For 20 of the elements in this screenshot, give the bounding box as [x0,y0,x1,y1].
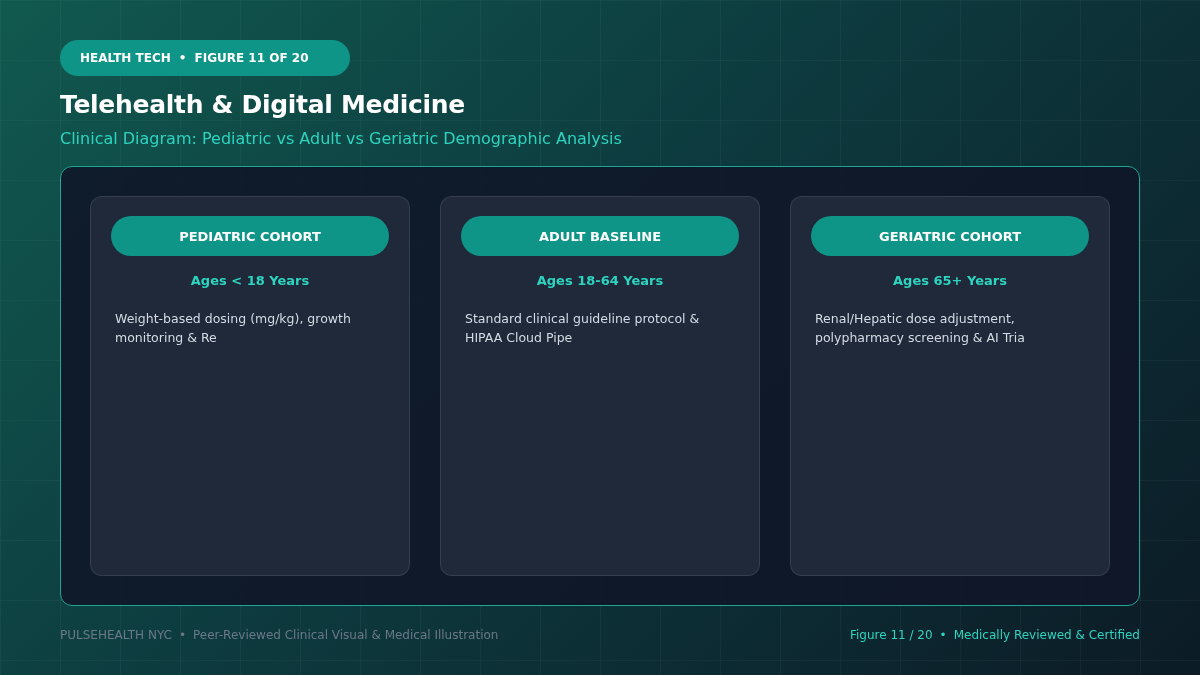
review-note: Medically Reviewed & Certified [953,628,1140,642]
cohort-label: PEDIATRIC COHORT [111,216,389,256]
cohort-description: Standard clinical guideline protocol & HIPAA Cloud Pipe [465,310,701,347]
category-label: HEALTH TECH [80,51,171,65]
cohort-label: GERIATRIC COHORT [811,216,1089,256]
footer-caption: Peer-Reviewed Clinical Visual & Medical Illustration [193,628,499,642]
slide-title: Telehealth & Digital Medicine [60,90,466,119]
separator-dot: • [178,51,187,65]
age-range: Ages < 18 Years [190,273,310,288]
separator-dot: • [178,628,187,642]
figure-number: Figure 11 / 20 [849,628,933,642]
age-range: Ages 65+ Years [893,273,1007,288]
brand-name: PULSEHEALTH NYC [60,628,172,642]
cohort-description: Renal/Hepatic dose adjustment, polypharmacy screening & AI Tria [815,310,1026,347]
figure-label: FIGURE 11 OF 20 [194,51,309,65]
cohort-description: Weight-based dosing (mg/kg), growth monitoring & Re [115,310,352,347]
separator-dot: • [939,628,947,642]
cohort-label: ADULT BASELINE [461,216,739,256]
age-range: Ages 18-64 Years [536,273,664,288]
slide-subtitle: Clinical Diagram: Pediatric vs Adult vs Geriatric Demographic Analysis [60,129,623,148]
